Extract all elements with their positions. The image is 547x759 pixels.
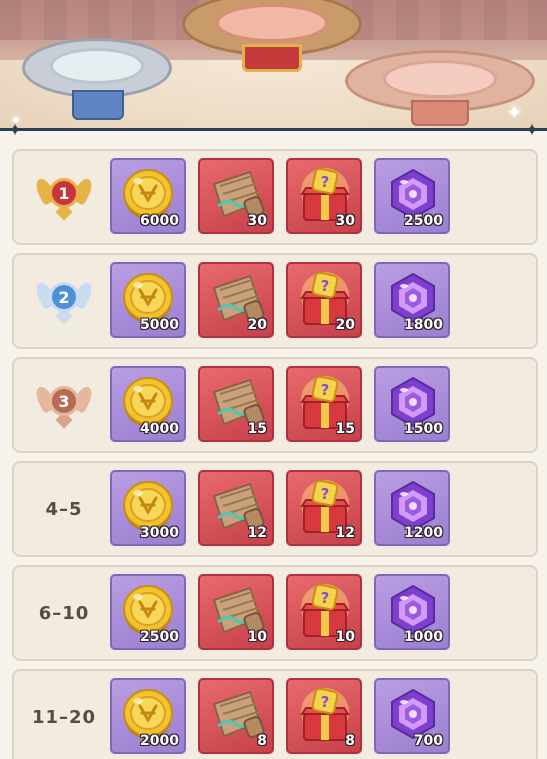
reward-row: 4–5 3000 12 ? 12 1200	[12, 461, 538, 557]
gold-coin-reward-slot[interactable]: 4000	[110, 366, 186, 442]
reward-quantity: 700	[413, 733, 443, 749]
purple-gem-reward-slot[interactable]: 1200	[374, 470, 450, 546]
reward-quantity: 1000	[404, 629, 443, 645]
treasure-map-scroll-reward-slot[interactable]: 30	[198, 158, 274, 234]
rank-number: 1	[58, 183, 70, 203]
bronze-rank-medal-icon: 3	[33, 382, 95, 429]
reward-quantity: 15	[247, 421, 267, 437]
rank-range-label: 6–10	[38, 602, 90, 624]
mystery-gift-box-reward-slot[interactable]: ? 12	[286, 470, 362, 546]
reward-quantity: 10	[335, 629, 355, 645]
svg-text:?: ?	[321, 173, 330, 191]
reward-quantity: 12	[247, 525, 267, 541]
reward-items: 5000 20 ? 20 1800	[110, 262, 450, 340]
purple-gem-reward-slot[interactable]: 2500	[374, 158, 450, 234]
rank-cell: 1	[20, 151, 108, 243]
podium-scene: ✦ ✦	[0, 0, 547, 135]
reward-row: 6–10 2500 10 ? 10 1000	[12, 565, 538, 661]
reward-items: 4000 15 ? 15 1500	[110, 366, 450, 444]
rank-number: 2	[58, 287, 70, 307]
rank-cell: 11–20	[20, 671, 108, 759]
gold-rank-medal-icon: 1	[33, 174, 95, 221]
reward-quantity: 2500	[140, 629, 179, 645]
silver-rank-medal-icon: 2	[33, 278, 95, 325]
rank-range-label: 11–20	[31, 706, 97, 728]
panel-corner-ornament-icon: ✦	[524, 120, 540, 140]
panel-corner-ornament-icon: ✦	[7, 120, 23, 140]
purple-gem-reward-slot[interactable]: 1800	[374, 262, 450, 338]
rank-cell: 3	[20, 359, 108, 451]
purple-gem-reward-slot[interactable]: 1000	[374, 574, 450, 650]
reward-quantity: 30	[247, 213, 267, 229]
reward-quantity: 2000	[140, 733, 179, 749]
reward-row: 1 6000 30 ? 30 2500	[12, 149, 538, 245]
reward-list-panel: ✦ ✦ 1 6000 30 ? 30 2500 2 5000 20 ? 20 1…	[0, 120, 547, 759]
rank-number: 3	[58, 391, 70, 411]
reward-quantity: 2500	[404, 213, 443, 229]
reward-rows: 1 6000 30 ? 30 2500 2 5000 20 ? 20 1800 …	[12, 149, 538, 759]
rank-cell: 2	[20, 255, 108, 347]
reward-quantity: 6000	[140, 213, 179, 229]
gold-coin-reward-slot[interactable]: 5000	[110, 262, 186, 338]
reward-quantity: 30	[335, 213, 355, 229]
mystery-gift-box-reward-slot[interactable]: ? 30	[286, 158, 362, 234]
gold-coin-reward-slot[interactable]: 2000	[110, 678, 186, 754]
svg-text:?: ?	[321, 589, 330, 607]
treasure-map-scroll-reward-slot[interactable]: 8	[198, 678, 274, 754]
reward-quantity: 8	[345, 733, 355, 749]
reward-quantity: 4000	[140, 421, 179, 437]
reward-row: 11–20 2000 8 ? 8 700	[12, 669, 538, 759]
gold-coin-reward-slot[interactable]: 3000	[110, 470, 186, 546]
treasure-map-scroll-reward-slot[interactable]: 15	[198, 366, 274, 442]
svg-text:?: ?	[321, 277, 330, 295]
reward-row: 2 5000 20 ? 20 1800	[12, 253, 538, 349]
gold-coin-reward-slot[interactable]: 6000	[110, 158, 186, 234]
reward-quantity: 3000	[140, 525, 179, 541]
treasure-map-scroll-reward-slot[interactable]: 12	[198, 470, 274, 546]
reward-items: 2500 10 ? 10 1000	[110, 574, 450, 652]
rank-range-label: 4–5	[45, 498, 83, 520]
mystery-gift-box-reward-slot[interactable]: ? 20	[286, 262, 362, 338]
reward-quantity: 10	[247, 629, 267, 645]
reward-quantity: 5000	[140, 317, 179, 333]
reward-items: 3000 12 ? 12 1200	[110, 470, 450, 548]
reward-quantity: 8	[257, 733, 267, 749]
reward-quantity: 12	[335, 525, 355, 541]
svg-text:?: ?	[321, 485, 330, 503]
first-place-podium	[182, 0, 362, 82]
reward-items: 6000 30 ? 30 2500	[110, 158, 450, 236]
purple-gem-reward-slot[interactable]: 1500	[374, 366, 450, 442]
svg-text:?: ?	[321, 381, 330, 399]
reward-quantity: 1200	[404, 525, 443, 541]
treasure-map-scroll-reward-slot[interactable]: 10	[198, 574, 274, 650]
svg-text:?: ?	[321, 693, 330, 711]
mystery-gift-box-reward-slot[interactable]: ? 8	[286, 678, 362, 754]
rank-cell: 6–10	[20, 567, 108, 659]
gold-coin-reward-slot[interactable]: 2500	[110, 574, 186, 650]
second-place-podium	[22, 38, 172, 128]
reward-row: 3 4000 15 ? 15 1500	[12, 357, 538, 453]
mystery-gift-box-reward-slot[interactable]: ? 15	[286, 366, 362, 442]
reward-quantity: 20	[335, 317, 355, 333]
reward-quantity: 1800	[404, 317, 443, 333]
mystery-gift-box-reward-slot[interactable]: ? 10	[286, 574, 362, 650]
purple-gem-reward-slot[interactable]: 700	[374, 678, 450, 754]
reward-quantity: 1500	[404, 421, 443, 437]
reward-items: 2000 8 ? 8 700	[110, 678, 450, 756]
reward-quantity: 20	[247, 317, 267, 333]
reward-quantity: 15	[335, 421, 355, 437]
rank-cell: 4–5	[20, 463, 108, 555]
treasure-map-scroll-reward-slot[interactable]: 20	[198, 262, 274, 338]
